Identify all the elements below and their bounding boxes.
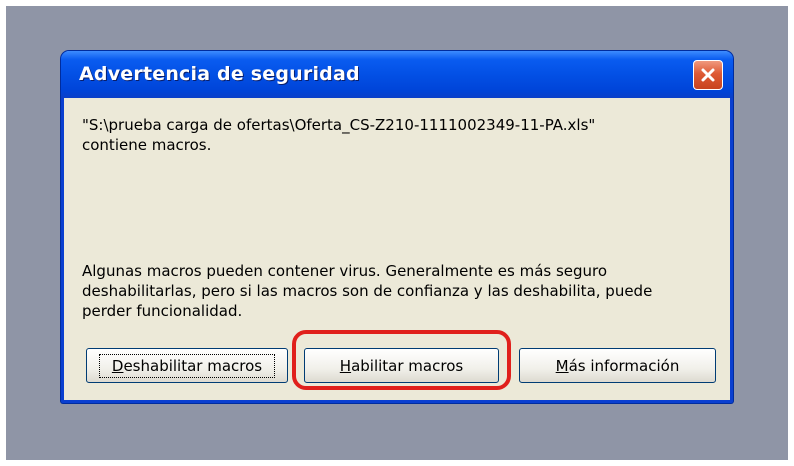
dialog-title: Advertencia de seguridad — [79, 63, 360, 85]
title-bar[interactable]: Advertencia de seguridad — [61, 51, 733, 98]
warning-line-1: Algunas macros pueden contener virus. Ge… — [82, 262, 608, 280]
close-button[interactable] — [693, 60, 723, 90]
info-mnemonic: M — [555, 356, 569, 375]
disable-macros-button[interactable]: Deshabilitar macros — [86, 348, 288, 383]
red-highlight-annotation — [292, 330, 511, 390]
disable-label-rest: eshabilitar macros — [123, 356, 263, 375]
file-path-text: "S:\prueba carga de ofertas\Oferta_CS-Z2… — [82, 116, 596, 134]
disable-macros-label: Deshabilitar macros — [98, 353, 276, 378]
contains-macros-text: contiene macros. — [82, 136, 212, 154]
close-icon — [701, 68, 715, 82]
warning-line-3: perder funcionalidad. — [82, 302, 243, 320]
disable-mnemonic: D — [111, 356, 124, 375]
more-info-button[interactable]: Más información — [519, 348, 716, 383]
file-message: "S:\prueba carga de ofertas\Oferta_CS-Z2… — [82, 115, 702, 155]
info-label-rest: ás información — [568, 356, 680, 375]
warning-message: Algunas macros pueden contener virus. Ge… — [82, 261, 712, 321]
more-info-label: Más información — [556, 357, 680, 375]
warning-line-2: deshabilitarlas, pero si las macros son … — [82, 282, 653, 300]
